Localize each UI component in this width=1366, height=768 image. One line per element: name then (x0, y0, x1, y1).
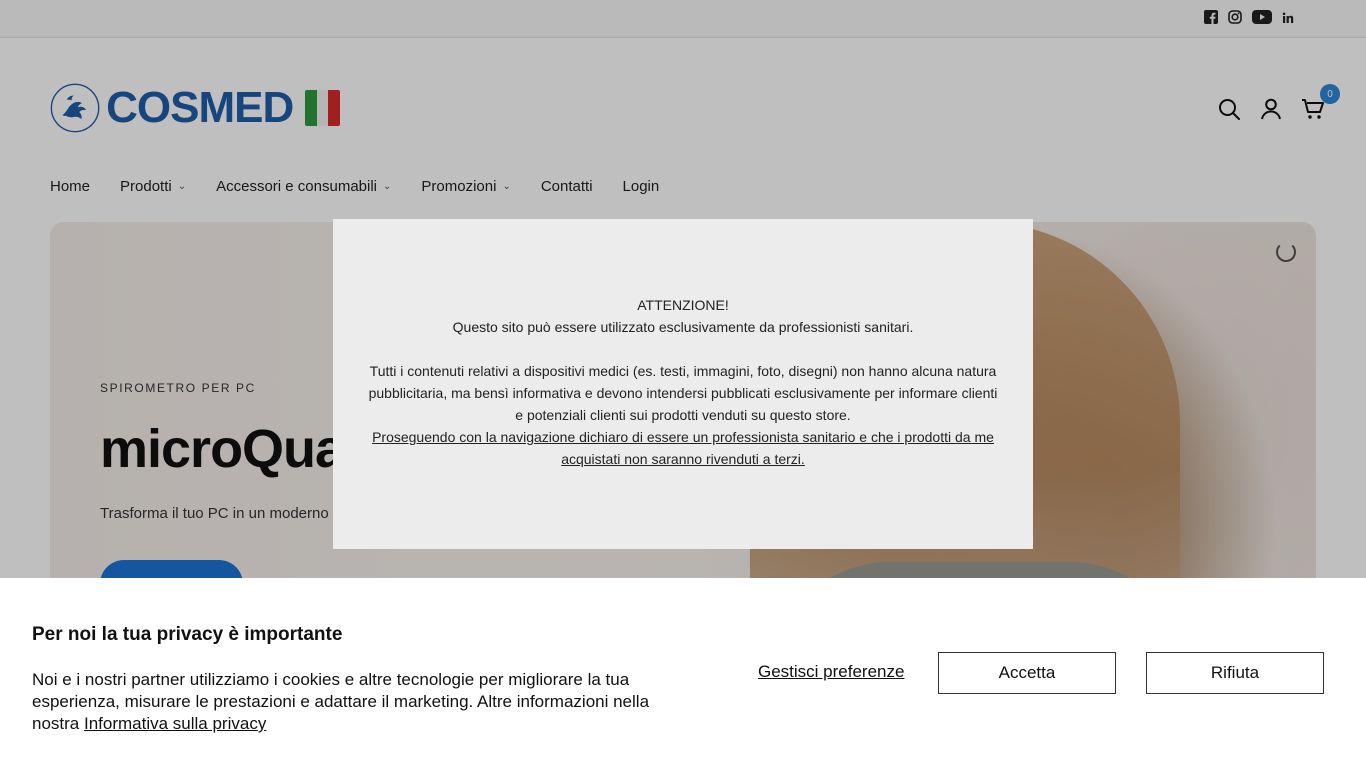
professional-warning-modal: ATTENZIONE! Questo sito può essere utili… (333, 219, 1033, 549)
cookie-text: Noi e i nostri partner utilizziamo i coo… (32, 670, 650, 733)
cookie-banner: Per noi la tua privacy è importante Noi … (0, 578, 1366, 768)
privacy-policy-link[interactable]: Informativa sulla privacy (84, 714, 266, 733)
cookie-title: Per noi la tua privacy è importante (32, 624, 343, 645)
modal-body: Tutti i contenuti relativi a dispositivi… (368, 363, 998, 423)
reject-cookies-button[interactable]: Rifiuta (1146, 652, 1324, 694)
accept-cookies-button[interactable]: Accetta (938, 652, 1116, 694)
manage-preferences-link[interactable]: Gestisci preferenze (758, 662, 904, 682)
modal-intro: Questo sito può essere utilizzato esclus… (452, 319, 914, 335)
modal-heading: ATTENZIONE! (637, 297, 729, 313)
modal-confirm-link[interactable]: Proseguendo con la navigazione dichiaro … (363, 426, 1003, 470)
